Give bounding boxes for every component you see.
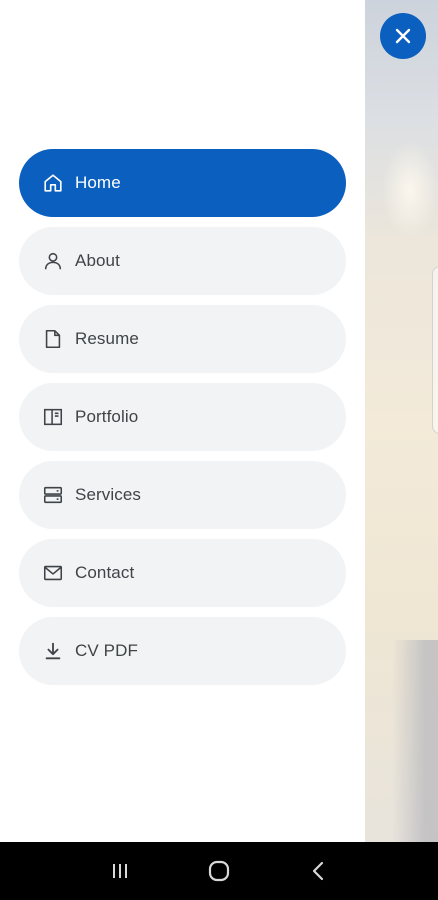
- recents-button[interactable]: [100, 851, 140, 891]
- menu-item-about[interactable]: About: [19, 227, 346, 295]
- menu-item-label: CV PDF: [75, 641, 138, 660]
- screen: Home About Resume Portfolio Services Con…: [0, 0, 438, 900]
- menu-item-portfolio[interactable]: Portfolio: [19, 383, 346, 451]
- person-icon: [41, 249, 65, 273]
- close-button[interactable]: [380, 13, 426, 59]
- menu-item-label: Portfolio: [75, 407, 139, 426]
- server-icon: [41, 483, 65, 507]
- file-icon: [41, 327, 65, 351]
- menu-item-label: Contact: [75, 563, 135, 582]
- background-card: [432, 266, 438, 434]
- menu-item-label: Resume: [75, 329, 139, 348]
- menu-item-services[interactable]: Services: [19, 461, 346, 529]
- nav-drawer: Home About Resume Portfolio Services Con…: [0, 0, 365, 842]
- home-nav-button[interactable]: [199, 851, 239, 891]
- home-icon: [41, 171, 65, 195]
- recents-icon: [112, 864, 127, 878]
- system-nav-bar: [0, 842, 438, 900]
- book-icon: [41, 405, 65, 429]
- menu-item-cv-pdf[interactable]: CV PDF: [19, 617, 346, 685]
- close-icon: [395, 28, 411, 44]
- menu-item-resume[interactable]: Resume: [19, 305, 346, 373]
- menu-item-home[interactable]: Home: [19, 149, 346, 217]
- menu-item-label: Services: [75, 485, 141, 504]
- menu-item-label: About: [75, 251, 120, 270]
- nav-menu: Home About Resume Portfolio Services Con…: [19, 149, 346, 695]
- home-circle-icon: [208, 860, 230, 882]
- menu-item-contact[interactable]: Contact: [19, 539, 346, 607]
- back-button[interactable]: [298, 851, 338, 891]
- back-icon: [313, 861, 324, 881]
- background-figure: [392, 640, 438, 842]
- envelope-icon: [41, 561, 65, 585]
- menu-item-label: Home: [75, 173, 121, 192]
- download-icon: [41, 639, 65, 663]
